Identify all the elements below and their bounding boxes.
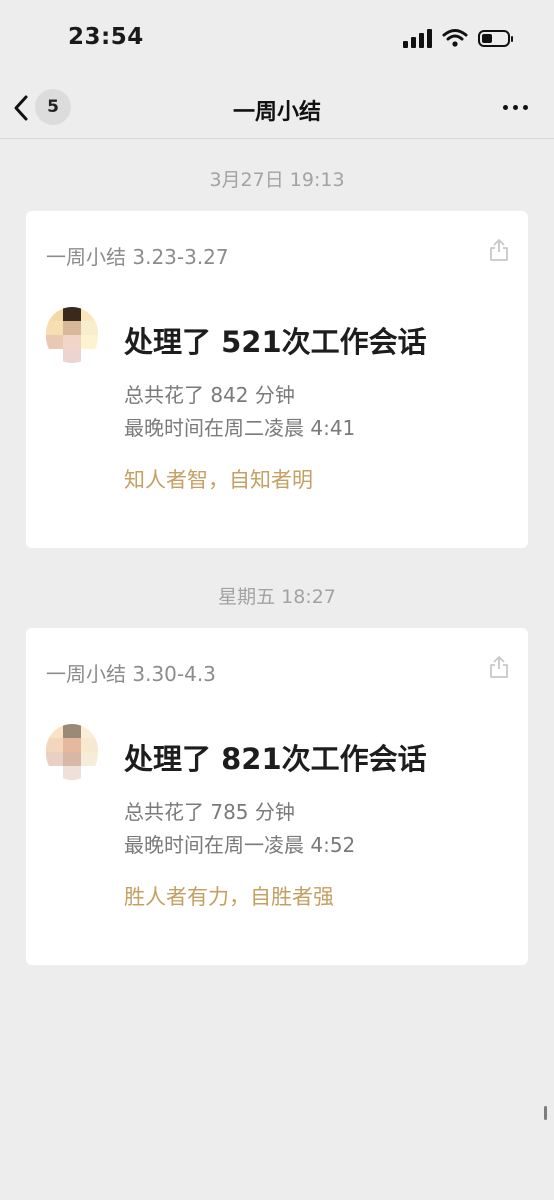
total-time-text: 总共花了 785 分钟 bbox=[124, 800, 295, 824]
quote-text: 知人者智，自知者明 bbox=[124, 468, 313, 492]
scroll-indicator[interactable] bbox=[544, 1106, 547, 1120]
weekly-summary-card[interactable]: 一周小结 3.23-3.27 处理了 521次工作会话 总共花了 842 分钟 … bbox=[26, 211, 528, 548]
cellular-signal-icon bbox=[403, 28, 432, 48]
share-icon[interactable] bbox=[488, 238, 510, 262]
page-title: 一周小结 bbox=[232, 100, 321, 125]
total-time-text: 总共花了 842 分钟 bbox=[124, 383, 295, 407]
message-timestamp: 3月27日 19:13 bbox=[209, 169, 345, 191]
latest-time-text: 最晚时间在周一凌晨 4:52 bbox=[124, 833, 356, 857]
weekly-summary-card[interactable]: 一周小结 3.30-4.3 处理了 821次工作会话 总共花了 785 分钟 最… bbox=[26, 628, 528, 965]
sessions-headline: 处理了 521次工作会话 bbox=[124, 325, 427, 359]
battery-icon bbox=[478, 29, 513, 47]
card-header: 一周小结 3.30-4.3 bbox=[46, 662, 216, 686]
more-options-icon[interactable] bbox=[503, 105, 528, 110]
status-icons bbox=[403, 28, 513, 48]
card-header: 一周小结 3.23-3.27 bbox=[46, 245, 229, 269]
wifi-icon bbox=[442, 29, 468, 47]
status-bar: 23:54 bbox=[0, 0, 554, 80]
status-time: 23:54 bbox=[68, 24, 144, 50]
share-icon[interactable] bbox=[488, 655, 510, 679]
message-timestamp: 星期五 18:27 bbox=[218, 586, 336, 608]
avatar bbox=[46, 724, 98, 780]
sessions-headline: 处理了 821次工作会话 bbox=[124, 742, 427, 776]
quote-text: 胜人者有力，自胜者强 bbox=[124, 885, 334, 909]
latest-time-text: 最晚时间在周二凌晨 4:41 bbox=[124, 416, 356, 440]
nav-bar: 5 一周小结 bbox=[0, 80, 554, 139]
avatar bbox=[46, 307, 98, 363]
